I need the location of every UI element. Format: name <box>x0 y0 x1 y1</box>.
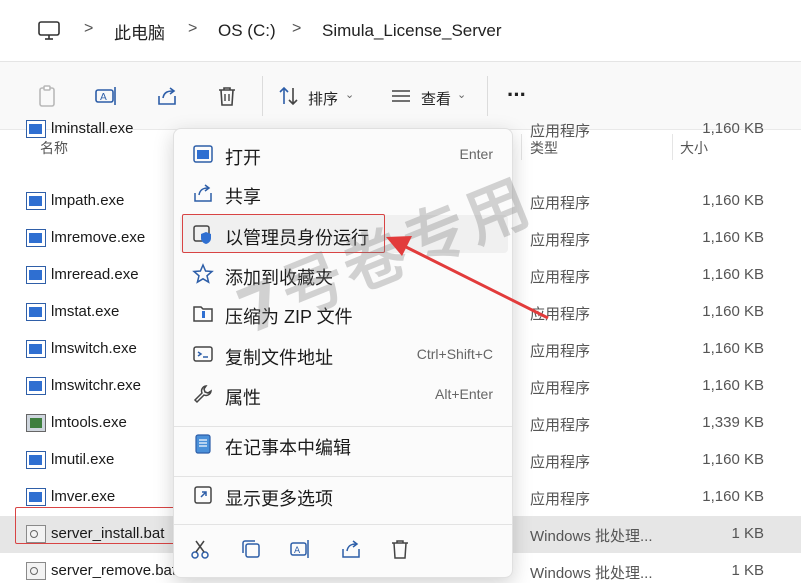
file-name: lminstall.exe <box>51 120 134 137</box>
exe-file-icon <box>26 488 46 506</box>
toolbar-divider <box>262 76 263 116</box>
share-icon[interactable] <box>155 84 179 108</box>
share-icon <box>192 182 214 204</box>
exe-file-icon <box>26 266 46 284</box>
zip-icon <box>192 302 214 324</box>
delete-icon[interactable] <box>215 84 239 108</box>
menu-item-notepad[interactable]: 在记事本中编辑 <box>180 425 508 463</box>
copy-icon[interactable] <box>240 538 262 560</box>
file-name: lmutil.exe <box>51 451 115 468</box>
file-size: 1,160 KB <box>702 303 764 320</box>
star-icon <box>192 263 214 285</box>
file-type: 应用程序 <box>530 417 591 434</box>
exe-file-icon <box>26 229 46 247</box>
expand-icon <box>192 484 214 506</box>
file-explorer-window: > 此电脑 > OS (C:) > Simula_License_Server … <box>0 0 801 583</box>
toolbar-divider <box>487 76 488 116</box>
paste-icon[interactable] <box>35 84 59 108</box>
file-type: 应用程序 <box>530 306 591 323</box>
menu-item-label: 共享 <box>225 187 261 207</box>
batch-file-icon <box>26 562 46 580</box>
file-size: 1,160 KB <box>702 377 764 394</box>
menu-item-label: 显示更多选项 <box>225 489 333 509</box>
breadcrumb-separator: > <box>292 20 302 37</box>
file-type: 应用程序 <box>530 269 591 286</box>
address-bar[interactable]: > 此电脑 > OS (C:) > Simula_License_Server <box>0 0 801 62</box>
file-size: 1 KB <box>731 562 764 579</box>
menu-item-label: 属性 <box>225 388 261 408</box>
open-icon <box>192 143 214 165</box>
menu-item-label: 在记事本中编辑 <box>225 438 351 458</box>
file-name: lmpath.exe <box>51 192 125 209</box>
annotation-box-file <box>15 507 177 544</box>
file-size: 1,339 KB <box>702 414 764 431</box>
breadcrumb-separator: > <box>84 20 94 37</box>
file-type: 应用程序 <box>530 343 591 360</box>
file-size: 1,160 KB <box>702 340 764 357</box>
view-icon[interactable] <box>389 84 413 108</box>
view-button[interactable]: 查看 <box>421 88 451 109</box>
menu-item-expand[interactable]: 显示更多选项 <box>180 476 508 514</box>
menu-item-copy-path[interactable]: 复制文件地址 Ctrl+Shift+C <box>180 335 508 373</box>
file-name: lmtools.exe <box>51 414 127 431</box>
exe-file-icon <box>26 340 46 358</box>
menu-item-wrench[interactable]: 属性 Alt+Enter <box>180 375 508 413</box>
file-size: 1,160 KB <box>702 451 764 468</box>
svg-text:A: A <box>100 92 107 103</box>
file-size: 1 KB <box>731 525 764 542</box>
breadcrumb-folder[interactable]: Simula_License_Server <box>322 18 502 44</box>
sort-icon[interactable] <box>277 84 301 108</box>
svg-text:A: A <box>294 546 301 556</box>
exe-file-icon <box>26 192 46 210</box>
this-pc-icon[interactable] <box>38 18 60 44</box>
file-name: lmreread.exe <box>51 266 139 283</box>
file-type: Windows 批处理... <box>530 565 653 582</box>
file-size: 1,160 KB <box>702 120 764 137</box>
file-name: lmswitchr.exe <box>51 377 142 394</box>
file-type: 应用程序 <box>530 491 591 508</box>
breadcrumb-drive-c[interactable]: OS (C:) <box>218 18 276 44</box>
breadcrumb-this-pc[interactable]: 此电脑 <box>114 18 165 44</box>
breadcrumb-separator: > <box>188 20 198 37</box>
rename-icon[interactable]: A <box>94 84 118 108</box>
menu-separator <box>174 426 512 427</box>
file-name: server_remove.bat <box>51 562 177 579</box>
copy-path-icon <box>192 343 214 365</box>
menu-item-label: 打开 <box>225 148 261 168</box>
file-name: lmremove.exe <box>51 229 146 246</box>
file-type: Windows 批处理... <box>530 528 653 545</box>
file-size: 1,160 KB <box>702 192 764 209</box>
notepad-icon <box>192 433 214 455</box>
rename-icon[interactable]: A <box>289 538 311 560</box>
exe-file-icon <box>26 120 46 138</box>
exe-file-icon <box>26 377 46 395</box>
menu-separator <box>174 524 512 525</box>
cut-icon[interactable] <box>189 538 211 560</box>
file-name: lmswitch.exe <box>51 340 137 357</box>
exe-file-icon <box>26 303 46 321</box>
file-type: 应用程序 <box>530 380 591 397</box>
file-type: 应用程序 <box>530 123 591 140</box>
wrench-icon <box>192 383 214 405</box>
file-type: 应用程序 <box>530 195 591 212</box>
file-size: 1,160 KB <box>702 229 764 246</box>
lmtools-icon <box>26 414 46 432</box>
exe-file-icon <box>26 451 46 469</box>
menu-item-shortcut: Alt+Enter <box>435 386 493 402</box>
file-size: 1,160 KB <box>702 488 764 505</box>
menu-item-open[interactable]: 打开 Enter <box>180 135 508 173</box>
sort-button[interactable]: 排序 <box>308 88 338 109</box>
file-name: lmver.exe <box>51 488 116 505</box>
file-size: 1,160 KB <box>702 266 764 283</box>
more-options-button[interactable]: ··· <box>507 82 527 108</box>
share-icon[interactable] <box>340 538 362 560</box>
menu-separator <box>174 476 512 477</box>
menu-item-label: 复制文件地址 <box>225 348 333 368</box>
delete-icon[interactable] <box>389 538 411 560</box>
menu-item-shortcut: Ctrl+Shift+C <box>416 346 493 362</box>
chevron-down-icon: ⌄ <box>457 89 467 101</box>
file-type: 应用程序 <box>530 454 591 471</box>
file-name: lmstat.exe <box>51 303 120 320</box>
chevron-down-icon: ⌄ <box>345 89 355 101</box>
